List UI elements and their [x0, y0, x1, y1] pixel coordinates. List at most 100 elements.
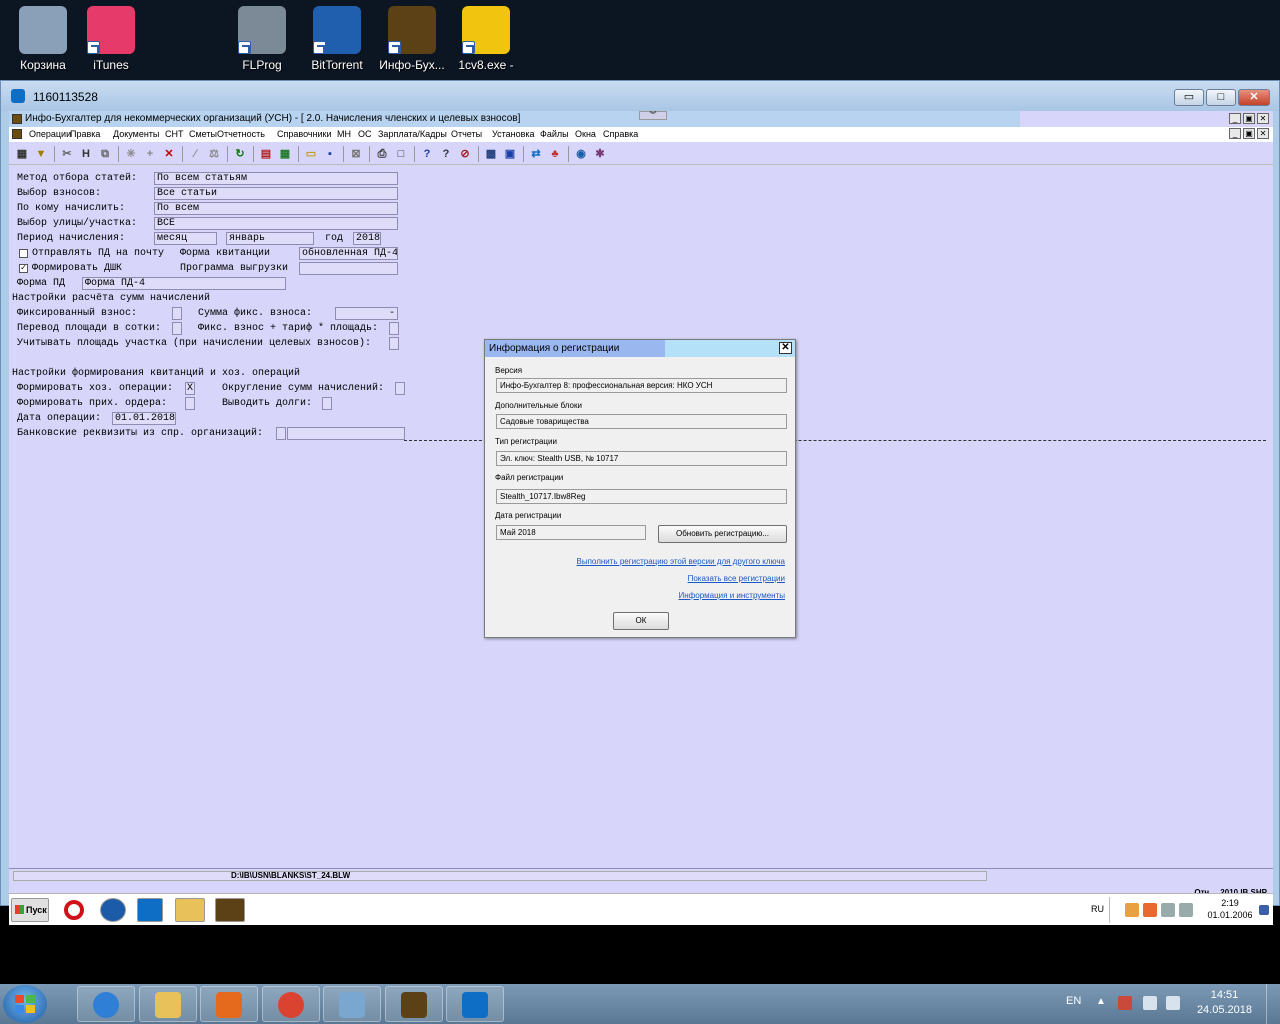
forma-kv-field[interactable]: обновленная ПД-4 [299, 247, 398, 260]
doc-restore-button[interactable]: ▣ [1243, 128, 1255, 139]
scale-icon[interactable]: ⚖ [206, 146, 222, 162]
taskbar-button-media-player[interactable] [200, 986, 258, 1022]
metod-field[interactable]: По всем статьям [154, 172, 398, 185]
menu-item-2[interactable]: Документы [113, 129, 159, 139]
prih-field[interactable] [185, 397, 195, 410]
bank-checkbox[interactable] [276, 427, 286, 440]
uchityvat-field[interactable] [389, 337, 399, 350]
taskbar-button-calculator[interactable] [323, 986, 381, 1022]
data-field[interactable]: 01.01.2018 [112, 412, 176, 425]
network-icon[interactable]: ✱ [592, 146, 608, 162]
help-icon[interactable]: ? [419, 146, 435, 162]
add-icon[interactable]: + [142, 146, 158, 162]
taskbar-button-ie[interactable] [77, 986, 135, 1022]
opera-icon[interactable] [64, 900, 84, 920]
taskbar-button-explorer[interactable] [139, 986, 197, 1022]
folder-icon[interactable] [175, 898, 205, 922]
teamviewer-icon[interactable]: ⇄ [528, 146, 544, 162]
mdi-minimize-button[interactable]: _ [1229, 113, 1241, 124]
app-titlebar[interactable]: Инфо-Бухгалтер для некоммерческих органи… [9, 111, 1273, 127]
menu-item-5[interactable]: Отчетность [217, 129, 265, 139]
filter-icon[interactable]: ▼ [33, 146, 49, 162]
info-buh-icon[interactable]: ▩ [483, 146, 499, 162]
fix-vznos-field[interactable] [172, 307, 182, 320]
support-icon[interactable]: ♣ [547, 146, 563, 162]
print-icon[interactable]: ⎙ [374, 146, 390, 162]
compass-icon[interactable]: ⊘ [457, 146, 473, 162]
menu-item-6[interactable]: Справочники [277, 129, 332, 139]
register-other-key-link[interactable]: Выполнить регистрацию этой версии для др… [577, 557, 785, 566]
action-center-icon[interactable] [1118, 996, 1132, 1010]
mdi-restore-button[interactable]: ▣ [1243, 113, 1255, 124]
menu-item-11[interactable]: Установка [492, 129, 535, 139]
close-doc-icon[interactable]: ⊠ [348, 146, 364, 162]
brush-icon[interactable]: ⁄ [187, 146, 203, 162]
calendar-icon[interactable]: ▣ [502, 146, 518, 162]
vybor-field[interactable]: Все статьи [154, 187, 398, 200]
clock[interactable]: 14:51 24.05.2018 [1197, 988, 1252, 1018]
minimize-button[interactable]: ▭ [1174, 89, 1204, 106]
taskbar-button-chrome[interactable] [262, 986, 320, 1022]
update-registration-button[interactable]: Обновить регистрацию... [658, 525, 787, 543]
refresh-icon[interactable]: ↻ [232, 146, 248, 162]
dshk-checkbox[interactable]: ✓ [19, 264, 28, 273]
menu-item-0[interactable]: Операции [29, 129, 71, 139]
show-desktop-button[interactable] [1266, 984, 1280, 1024]
taskbar-button-info-buh[interactable] [385, 986, 443, 1022]
chevron-down-icon[interactable]: ︾ [639, 111, 667, 120]
volume-icon[interactable] [1166, 996, 1180, 1010]
desktop-icon-bittorrent[interactable]: BitTorrent [298, 6, 376, 72]
table-view-icon[interactable]: ▦ [14, 146, 30, 162]
period-field[interactable]: месяц [154, 232, 217, 245]
flag-tray-icon[interactable] [1143, 903, 1157, 917]
close-button[interactable]: ✕ [1238, 89, 1270, 106]
calculator-icon[interactable]: ▦ [277, 146, 293, 162]
context-help-icon[interactable]: ? [438, 146, 454, 162]
menu-item-13[interactable]: Окна [575, 129, 596, 139]
desktop-icon-itunes[interactable]: iTunes [72, 6, 150, 72]
hoz-field[interactable]: X [185, 382, 195, 395]
show-all-registrations-link[interactable]: Показать все регистрации [688, 574, 785, 583]
perevod-field[interactable] [172, 322, 182, 335]
remote-app-icon[interactable] [100, 898, 126, 922]
print-preview-icon[interactable]: □ [393, 146, 409, 162]
menu-item-7[interactable]: МН [337, 129, 351, 139]
mdi-close-button[interactable]: ✕ [1257, 113, 1269, 124]
info-tools-link[interactable]: Информация и инструменты [679, 591, 786, 600]
year-field[interactable]: 2018 [353, 232, 381, 245]
desktop-icon-info-buh[interactable]: Инфо-Бух... [373, 6, 451, 72]
ulica-field[interactable]: ВСЕ [154, 217, 398, 230]
menu-item-4[interactable]: Сметы [189, 129, 217, 139]
okrugl-field[interactable] [395, 382, 405, 395]
taskbar-button-teamviewer[interactable] [446, 986, 504, 1022]
delete-icon[interactable]: ✕ [161, 146, 177, 162]
desktop-icon-flprog[interactable]: FLProg [223, 6, 301, 72]
send-pd-checkbox[interactable] [19, 249, 28, 258]
menu-item-12[interactable]: Файлы [540, 129, 569, 139]
menu-item-9[interactable]: Зарплата/Кадры [378, 129, 447, 139]
info-buh-icon[interactable] [215, 898, 245, 922]
desktop-icon-1c[interactable]: 1cv8.exe - [447, 6, 525, 72]
network-tray-icon[interactable] [1161, 903, 1175, 917]
show-desktop-icon[interactable] [1259, 905, 1269, 915]
copy-icon[interactable]: ⧉ [97, 146, 113, 162]
dialog-titlebar[interactable]: Информация о регистрации ✕ [485, 340, 795, 357]
menu-item-10[interactable]: Отчеты [451, 129, 482, 139]
network-icon[interactable] [1143, 996, 1157, 1010]
dolgi-field[interactable] [322, 397, 332, 410]
teamviewer-icon[interactable] [137, 898, 163, 922]
remote-lang[interactable]: RU [1091, 904, 1104, 914]
teamviewer-titlebar[interactable]: 1160113528 ▭ □ ✕ [1, 81, 1279, 111]
menu-item-8[interactable]: ОС [358, 129, 372, 139]
sparkle-icon[interactable]: ✳ [123, 146, 139, 162]
find-icon[interactable]: H [78, 146, 94, 162]
remote-screen[interactable]: Инфо-Бухгалтер для некоммерческих органи… [9, 111, 1273, 925]
doc-minimize-button[interactable]: _ [1229, 128, 1241, 139]
pokomu-field[interactable]: По всем [154, 202, 398, 215]
summa-fix-field[interactable]: - [335, 307, 398, 320]
menu-item-1[interactable]: Правка [70, 129, 100, 139]
menu-item-3[interactable]: СНТ [165, 129, 184, 139]
remote-clock[interactable]: 2:19 01.01.2006 [1204, 897, 1256, 921]
save-icon[interactable]: ▪ [322, 146, 338, 162]
forma-pd-field[interactable]: Форма ПД-4 [82, 277, 286, 290]
